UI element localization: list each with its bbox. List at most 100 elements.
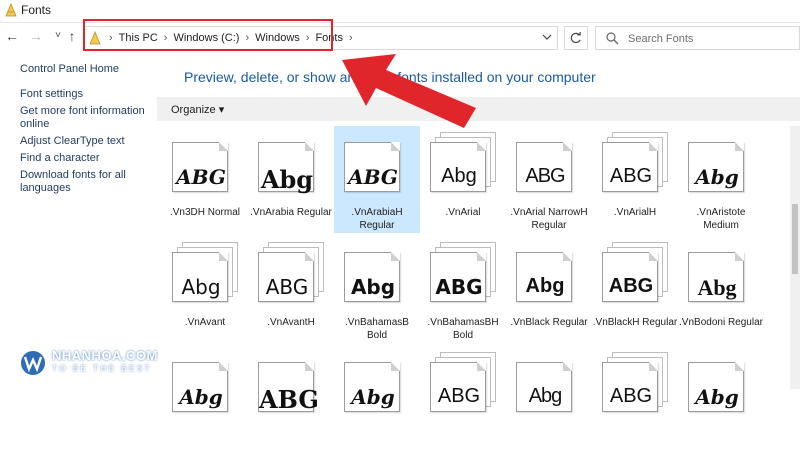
font-tile[interactable]: ABG — [248, 346, 334, 453]
watermark-slogan: TO BE THE BEST — [52, 364, 153, 373]
font-page-front: ABG — [172, 142, 228, 192]
font-tile[interactable]: Abg .VnAvant — [162, 236, 248, 343]
font-file-icon: ABG — [516, 132, 582, 192]
font-page-front: Abg — [688, 252, 744, 302]
sidebar-item-download-fonts[interactable]: Download fonts for all languages — [20, 169, 150, 195]
fonts-folder-icon — [5, 3, 17, 17]
font-tile[interactable]: Abg .VnArial — [420, 126, 506, 233]
font-tile[interactable]: ABG .VnAvantH — [248, 236, 334, 343]
font-page-front: Abg — [516, 252, 572, 302]
font-tile[interactable]: ABG .VnBlackH Regular — [592, 236, 678, 343]
font-tile[interactable]: ABG — [592, 346, 678, 453]
font-name-label: .VnArabia Regular — [250, 207, 332, 218]
chevron-right-icon[interactable]: › — [349, 32, 353, 44]
vertical-scrollbar[interactable] — [790, 126, 800, 389]
organize-button[interactable]: Organize ▾ — [171, 103, 224, 116]
sidebar-item-control-panel-home[interactable]: Control Panel Home — [20, 63, 150, 76]
font-file-icon: ABG — [430, 352, 496, 412]
font-file-icon: Abg — [516, 352, 582, 412]
font-tile[interactable]: ABG .VnBahamasBH Bold — [420, 236, 506, 343]
font-file-icon: Abg — [172, 242, 238, 302]
font-page-front: Abg — [688, 142, 744, 192]
font-sample-text: ABG — [265, 275, 309, 299]
font-sample-text: Abg — [441, 165, 477, 187]
font-tile[interactable]: Abg .VnArabia Regular — [248, 126, 334, 233]
font-name-label: .VnAvant — [184, 317, 226, 328]
font-file-icon: ABG — [344, 132, 410, 192]
font-tile[interactable]: Abg .VnBlack Regular — [506, 236, 592, 343]
font-file-icon: Abg — [344, 242, 410, 302]
search-box[interactable] — [595, 26, 800, 50]
refresh-icon — [570, 32, 581, 44]
font-file-icon: Abg — [430, 132, 496, 192]
organize-label: Organize — [171, 104, 216, 116]
font-name-label: .Vn3DH Normal — [169, 207, 241, 218]
font-name-label: .VnAvantH — [267, 317, 315, 328]
sidebar-item-find-character[interactable]: Find a character — [20, 152, 150, 165]
font-file-icon: Abg — [344, 352, 410, 412]
search-icon — [606, 32, 619, 45]
font-sample-text: ABG — [609, 165, 653, 187]
font-sample-text: Abg — [181, 275, 221, 299]
font-name-label: .VnArabiaH Regular — [351, 207, 403, 231]
font-tile[interactable]: ABG — [420, 346, 506, 453]
font-tile[interactable]: Abg .VnAristote Medium — [678, 126, 764, 233]
font-name-label: .VnBahamasBH Bold — [427, 317, 499, 341]
font-sample-text: Abg — [350, 275, 396, 299]
font-sample-text: ABG — [525, 165, 565, 187]
font-file-icon: ABG — [602, 352, 668, 412]
font-sample-text: ABG — [609, 385, 653, 407]
font-tile[interactable]: Abg — [162, 346, 248, 453]
font-tile[interactable]: ABG .VnArialH — [592, 126, 678, 233]
sidebar: Control Panel Home Font settings Get mor… — [20, 63, 150, 195]
font-file-icon: ABG — [602, 132, 668, 192]
font-page-front: Abg — [172, 362, 228, 412]
sidebar-item-adjust-cleartype[interactable]: Adjust ClearType text — [20, 135, 150, 148]
font-file-icon: ABG — [602, 242, 668, 302]
font-tile[interactable]: ABG .VnArial NarrowH Regular — [506, 126, 592, 233]
chevron-down-icon[interactable] — [541, 31, 553, 43]
font-sample-text: Abg — [528, 385, 563, 407]
font-tile[interactable]: Abg .VnBodoni Regular — [678, 236, 764, 343]
font-tile[interactable]: ABG .Vn3DH Normal — [162, 126, 248, 233]
search-input[interactable] — [626, 30, 790, 48]
font-page-front: Abg — [430, 142, 486, 192]
font-name-label: .VnAristote Medium — [696, 207, 746, 231]
font-name-label: .VnArial — [445, 207, 481, 218]
font-file-icon: ABG — [430, 242, 496, 302]
back-icon[interactable]: ← — [4, 28, 20, 44]
font-tile[interactable]: ABG .VnArabiaH Regular — [334, 126, 420, 233]
font-page-front: ABG — [430, 362, 486, 412]
up-arrow-icon[interactable]: ↑ — [64, 28, 80, 44]
font-file-icon: ABG — [172, 132, 238, 192]
font-sample-text: ABG — [435, 275, 483, 299]
sidebar-item-more-font-info[interactable]: Get more font information online — [20, 105, 150, 131]
font-file-icon: ABG — [258, 352, 324, 414]
refresh-button[interactable] — [564, 26, 588, 50]
red-arrow-annotation — [342, 54, 476, 128]
font-name-label: .VnBlack Regular — [510, 317, 588, 328]
font-page-front: ABG — [602, 362, 658, 412]
font-file-icon: Abg — [258, 132, 324, 194]
font-file-icon: Abg — [516, 242, 582, 302]
font-page-front: ABG — [602, 252, 658, 302]
font-page-front: ABG — [430, 252, 486, 302]
nhanhoa-logo-icon — [19, 349, 47, 377]
font-sample-text: ABG — [259, 385, 319, 414]
font-file-icon: Abg — [688, 242, 754, 302]
font-tile[interactable]: Abg .VnBahamasB Bold — [334, 236, 420, 343]
font-page-front: ABG — [344, 142, 400, 192]
font-page-front: Abg — [344, 362, 400, 412]
sidebar-item-font-settings[interactable]: Font settings — [20, 88, 150, 101]
font-page-front: ABG — [602, 142, 658, 192]
font-sample-text: ABG — [176, 165, 226, 189]
font-sample-text: Abg — [695, 165, 739, 189]
scrollbar-thumb[interactable] — [792, 204, 798, 274]
font-tile[interactable]: Abg — [678, 346, 764, 453]
forward-icon[interactable]: → — [28, 28, 44, 44]
window-title: Fonts — [21, 3, 52, 17]
font-tile[interactable]: Abg — [334, 346, 420, 453]
font-tile[interactable]: Abg — [506, 346, 592, 453]
font-sample-text: Abg — [525, 275, 565, 297]
font-name-label: .VnBodoni Regular — [679, 317, 763, 328]
